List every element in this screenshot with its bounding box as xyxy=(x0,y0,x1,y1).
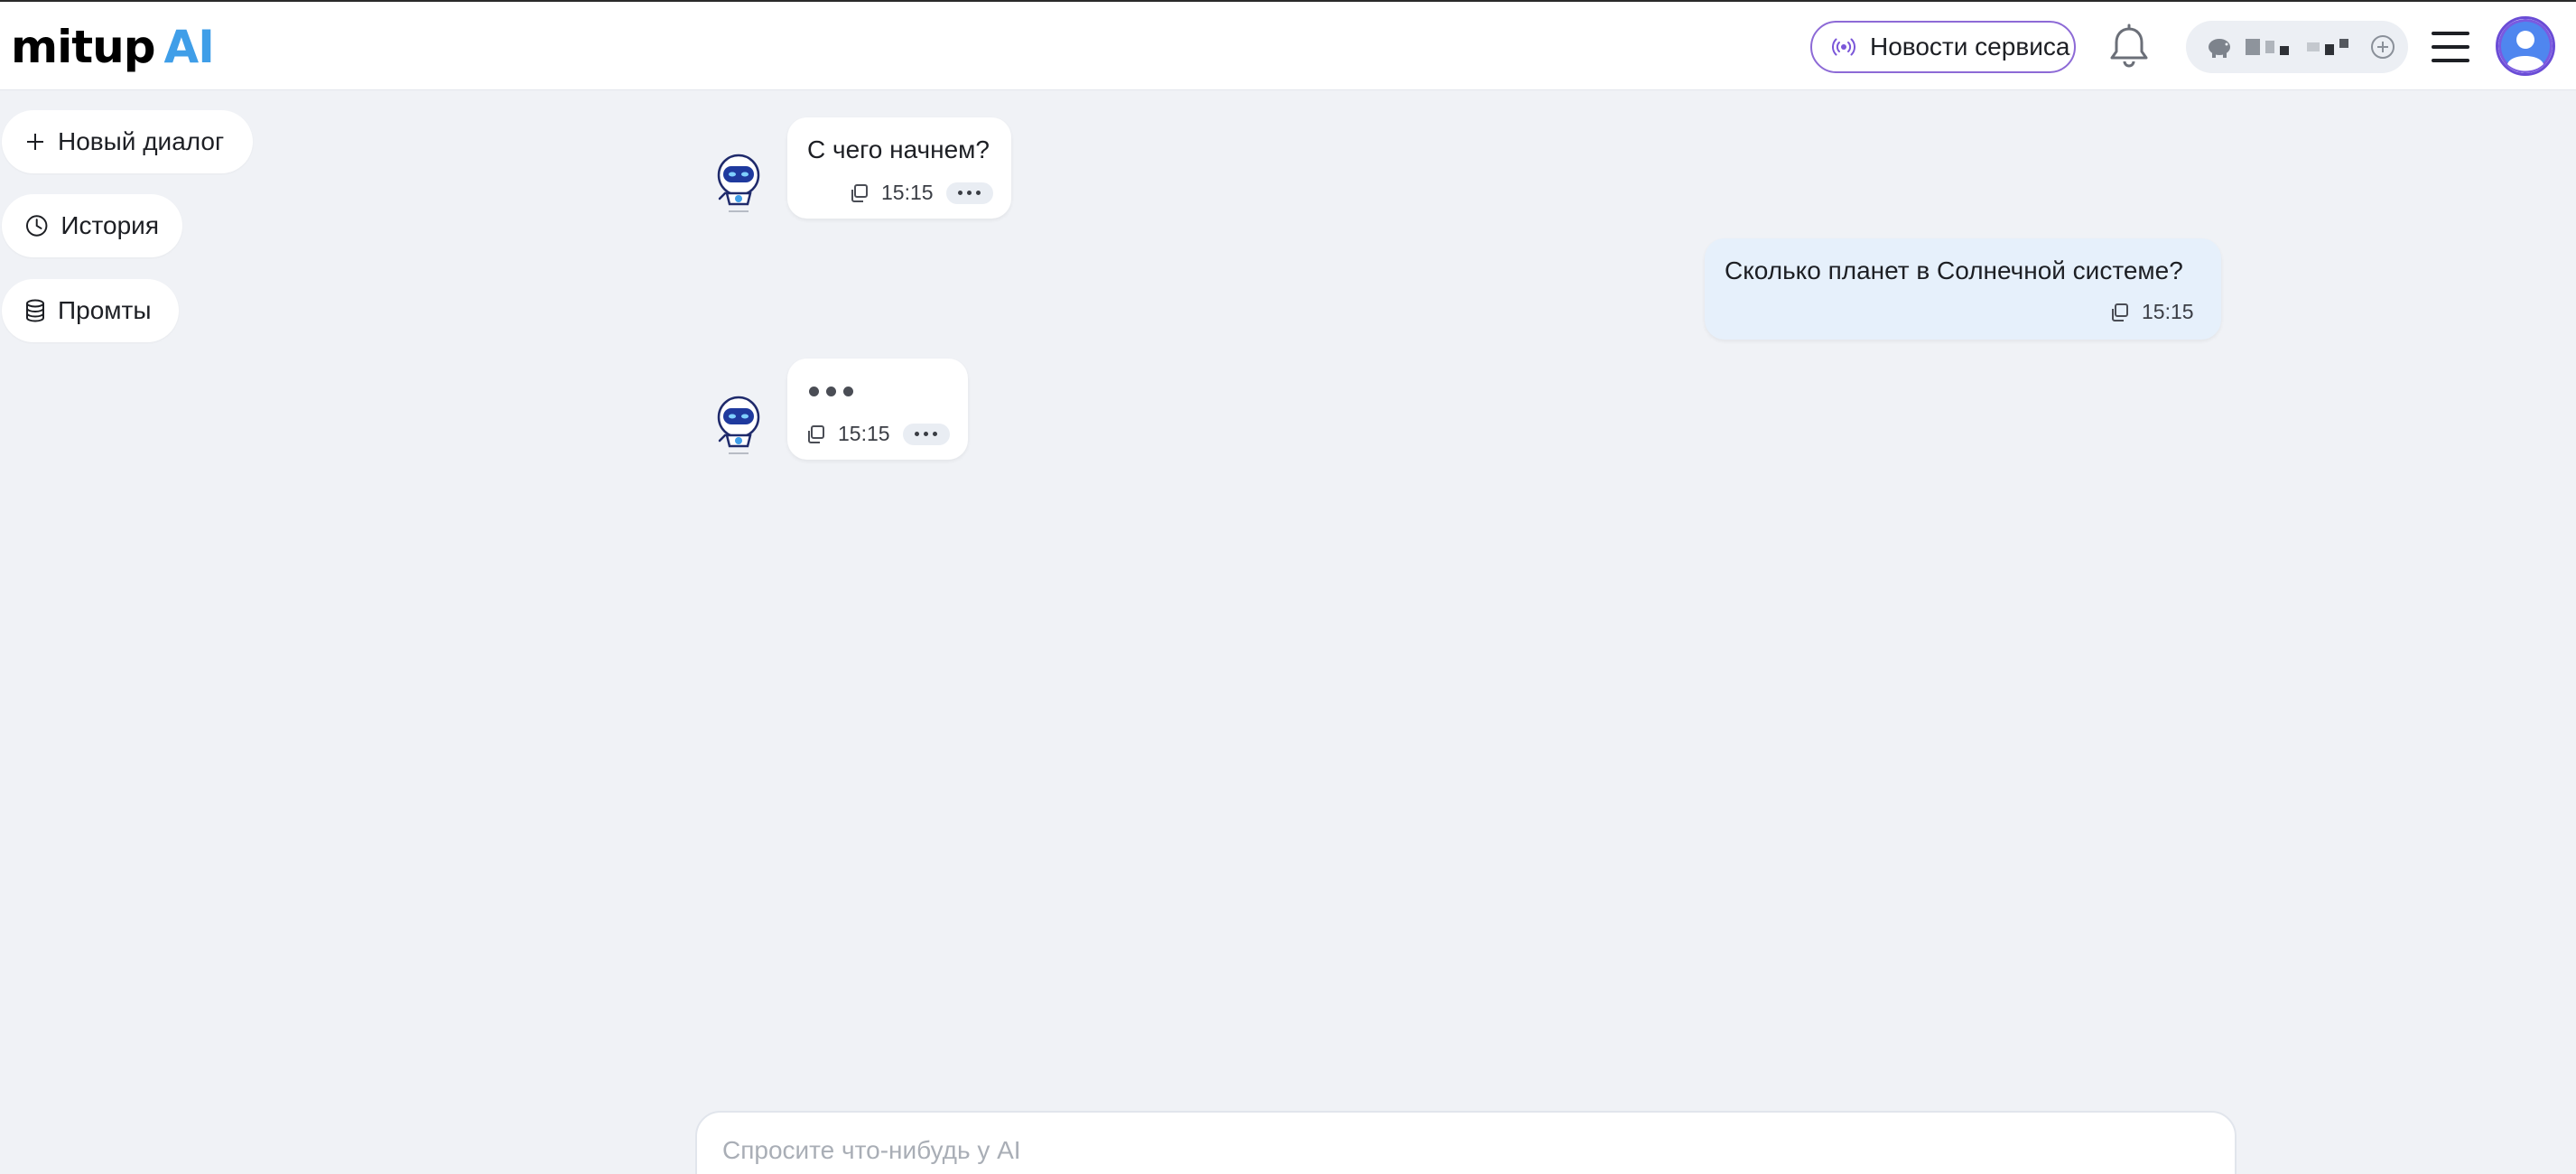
user-message-bubble: Сколько планет в Солнечной системе? 15:1… xyxy=(1705,238,2221,340)
message-meta: 15:15 xyxy=(805,422,950,446)
message-text: Сколько планет в Солнечной системе? xyxy=(1725,256,2183,284)
message-meta: 15:15 xyxy=(2109,300,2194,324)
message-composer xyxy=(695,1111,2237,1174)
user-avatar[interactable] xyxy=(2496,16,2555,76)
assistant-message-bubble: С чего начнем? 15:15 xyxy=(787,117,1011,219)
clock-icon xyxy=(25,215,48,237)
new-dialog-button[interactable]: Новый диалог xyxy=(2,110,253,173)
robot-avatar-icon xyxy=(717,396,760,454)
history-button[interactable]: История xyxy=(2,194,182,257)
robot-avatar-icon xyxy=(717,154,760,212)
piggy-bank-icon xyxy=(2209,39,2230,58)
message-input[interactable] xyxy=(722,1132,2167,1169)
broadcast-icon xyxy=(1832,38,1855,56)
message-meta: 15:15 xyxy=(849,181,993,205)
assistant-message-bubble: 15:15 xyxy=(787,359,968,460)
logo-ai-mark: AI xyxy=(163,21,215,73)
more-options-button[interactable] xyxy=(902,423,950,445)
message-time: 15:15 xyxy=(2142,300,2194,323)
bell-icon[interactable] xyxy=(2107,23,2151,70)
history-label: История xyxy=(60,211,159,239)
more-options-button[interactable] xyxy=(945,182,993,204)
message-time: 15:15 xyxy=(881,181,934,204)
typing-indicator xyxy=(809,387,853,396)
user-icon xyxy=(2498,19,2553,73)
plus-icon xyxy=(27,134,43,150)
add-circle-icon[interactable] xyxy=(2370,34,2395,60)
balance-widget[interactable] xyxy=(2186,21,2408,73)
message-text: С чего начнем? xyxy=(807,135,990,163)
prompts-label: Промты xyxy=(58,296,152,324)
logo-wordmark: mitup xyxy=(11,21,156,73)
service-news-button[interactable]: Новости сервиса xyxy=(1810,21,2076,73)
new-dialog-label: Новый диалог xyxy=(58,127,225,155)
database-icon xyxy=(26,299,44,322)
copy-icon[interactable] xyxy=(805,424,825,444)
hamburger-menu-icon[interactable] xyxy=(2432,28,2469,66)
message-time: 15:15 xyxy=(838,422,890,445)
top-bar: mitup AI Новости сервиса xyxy=(0,2,2576,90)
logo[interactable]: mitup AI xyxy=(11,20,215,74)
copy-icon[interactable] xyxy=(849,183,869,203)
prompts-button[interactable]: Промты xyxy=(2,279,179,342)
service-news-label: Новости сервиса xyxy=(1870,33,2070,61)
copy-icon[interactable] xyxy=(2109,303,2129,322)
balance-amount-redacted xyxy=(2246,39,2348,55)
